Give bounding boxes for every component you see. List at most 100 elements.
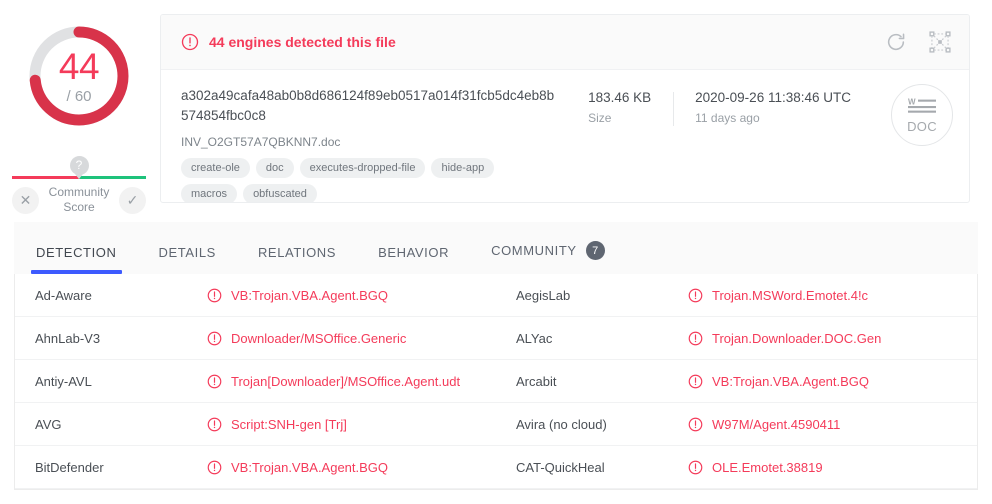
file-identity: a302a49cafa48ab0b8d686124f89eb0517a014f3… <box>181 86 566 202</box>
detection-banner: 44 engines detected this file <box>161 15 969 70</box>
alert-circle-icon <box>207 460 222 474</box>
engine-verdict: VB:Trojan.VBA.Agent.BGQ <box>688 374 869 389</box>
tab-label: COMMUNITY <box>491 243 577 258</box>
file-stat: 183.46 KB Size <box>566 90 673 125</box>
tab-label: BEHAVIOR <box>378 245 450 260</box>
file-type-badge: W DOC <box>891 84 953 146</box>
detection-score-panel: 44 / 60 ? ✕ Community Score ✓ <box>6 14 152 222</box>
community-score-controls: ✕ Community Score ✓ <box>12 185 146 215</box>
community-score-widget: ? ✕ Community Score ✓ <box>12 156 146 215</box>
card-action-buttons <box>885 31 951 53</box>
engine-name: AVG <box>35 416 62 432</box>
tab-detection[interactable]: DETECTION <box>31 245 122 274</box>
detection-ratio-gauge: 44 / 60 <box>25 22 133 130</box>
detections-table: Ad-Aware VB:Trojan.VBA.Agent.BGQ AegisLab T… <box>14 274 978 490</box>
engine-verdict: Trojan.MSWord.Emotet.4!c <box>688 288 868 303</box>
engine-verdict-text: Script:SNH-gen [Trj] <box>231 416 347 432</box>
document-lines-icon: W <box>908 97 936 113</box>
engine-verdict-text: OLE.Emotet.38819 <box>712 459 823 475</box>
report-header: 44 / 60 ? ✕ Community Score ✓ 44 engines… <box>0 0 992 222</box>
engine-name: AhnLab-V3 <box>35 330 101 346</box>
file-tag[interactable]: doc <box>255 158 294 178</box>
reanalyze-icon[interactable] <box>885 31 907 53</box>
gauge-label-group: 44 / 60 <box>25 22 133 130</box>
detection-row: Avira (no cloud) W97M/Agent.4590411 <box>496 403 977 446</box>
tab-community[interactable]: COMMUNITY 7 <box>491 241 605 274</box>
file-stat-value: 183.46 KB <box>588 90 652 105</box>
file-tag[interactable]: macros <box>181 184 238 202</box>
detection-row: Ad-Aware VB:Trojan.VBA.Agent.BGQ <box>15 274 496 317</box>
engine-verdict: Downloader/MSOffice.Generic <box>207 331 406 346</box>
engine-verdict-text: W97M/Agent.4590411 <box>712 416 841 432</box>
engine-verdict: VB:Trojan.VBA.Agent.BGQ <box>207 460 388 475</box>
file-name: INV_O2GT57A7QBKNN7.doc <box>181 135 341 149</box>
detection-banner-text: 44 engines detected this file <box>209 34 396 50</box>
file-tags: create-ole doc executes-dropped-file hide-a… <box>181 158 556 202</box>
engine-verdict-text: VB:Trojan.VBA.Agent.BGQ <box>231 459 389 475</box>
engine-verdict-text: VB:Trojan.VBA.Agent.BGQ <box>231 287 389 303</box>
alert-circle-icon <box>688 374 703 388</box>
file-tag[interactable]: executes-dropped-file <box>299 158 426 178</box>
engine-name: Ad-Aware <box>35 287 92 303</box>
engine-name: Arcabit <box>516 373 557 389</box>
engine-verdict-text: VB:Trojan.VBA.Agent.BGQ <box>712 373 870 389</box>
file-type-extension: DOC <box>907 118 937 134</box>
file-tag[interactable]: obfuscated <box>243 184 317 202</box>
tab-label: RELATIONS <box>257 245 337 260</box>
tab-behavior[interactable]: BEHAVIOR <box>378 245 449 274</box>
file-tag[interactable]: create-ole <box>181 158 250 178</box>
file-hash[interactable]: a302a49cafa48ab0b8d686124f89eb0517a014f3… <box>181 86 556 126</box>
community-score-positive-segment <box>79 176 146 179</box>
virustotal-file-report: 44 / 60 ? ✕ Community Score ✓ 44 engines… <box>0 0 992 504</box>
detection-banner-title: 44 engines detected this file <box>181 33 396 51</box>
alert-circle-icon <box>207 331 222 345</box>
engine-verdict-text: Trojan.MSWord.Emotet.4!c <box>712 287 869 303</box>
tab-label: DETECTION <box>36 245 117 260</box>
engine-verdict-text: Trojan[Downloader]/MSOffice.Agent.udt <box>231 373 461 389</box>
engine-name: Avira (no cloud) <box>516 416 607 432</box>
engine-verdict: Script:SNH-gen [Trj] <box>207 417 347 432</box>
community-score-label: Community Score <box>43 185 115 215</box>
detection-row: CAT-QuickHeal OLE.Emotet.38819 <box>496 446 977 489</box>
community-vote-down-button[interactable]: ✕ <box>12 186 39 214</box>
alert-circle-icon <box>688 417 703 431</box>
alert-circle-icon <box>688 288 703 302</box>
engines-total: / 60 <box>66 88 92 105</box>
alert-circle-icon <box>688 331 703 345</box>
file-tag[interactable]: hide-app <box>431 158 495 178</box>
detection-row: AVG Script:SNH-gen [Trj] <box>15 403 496 446</box>
alert-circle-icon <box>688 460 703 474</box>
community-vote-up-button[interactable]: ✓ <box>119 186 146 214</box>
file-stat-value: 2020-09-26 11:38:46 UTC <box>695 90 851 105</box>
file-stat-label: 11 days ago <box>695 111 760 125</box>
similar-graph-icon[interactable] <box>929 31 951 53</box>
detection-row: ALYac Trojan.Downloader.DOC.Gen <box>496 317 977 360</box>
community-score-negative-segment <box>12 176 79 179</box>
detection-row: BitDefender VB:Trojan.VBA.Agent.BGQ <box>15 446 496 489</box>
detection-row: Arcabit VB:Trojan.VBA.Agent.BGQ <box>496 360 977 403</box>
engine-name: Antiy-AVL <box>35 373 92 389</box>
tab-label: DETAILS <box>158 245 216 260</box>
tab-badge: 7 <box>585 241 605 260</box>
alert-circle-icon <box>207 374 222 388</box>
detections-grid: Ad-Aware VB:Trojan.VBA.Agent.BGQ AegisLab T… <box>15 274 977 489</box>
detection-row: AegisLab Trojan.MSWord.Emotet.4!c <box>496 274 977 317</box>
file-summary-card: 44 engines detected this file a302a49caf… <box>160 14 970 203</box>
detection-row: Antiy-AVL Trojan[Downloader]/MSOffice.Age… <box>15 360 496 403</box>
engine-verdict-text: Trojan.Downloader.DOC.Gen <box>712 330 882 346</box>
engine-name: CAT-QuickHeal <box>516 459 605 475</box>
community-score-label-line2: Score <box>63 200 95 214</box>
community-score-marker[interactable]: ? <box>69 156 89 175</box>
tab-details[interactable]: DETAILS <box>159 245 216 274</box>
engine-verdict: Trojan[Downloader]/MSOffice.Agent.udt <box>207 374 460 389</box>
alert-circle-icon <box>207 288 222 302</box>
file-stats: 183.46 KB Size 2020-09-26 11:38:46 UTC 11 d… <box>566 86 873 202</box>
engine-verdict: OLE.Emotet.38819 <box>688 460 823 475</box>
tab-relations[interactable]: RELATIONS <box>258 245 336 274</box>
detections-count: 44 <box>58 46 100 87</box>
community-score-label-line1: Community <box>48 185 110 199</box>
engine-verdict: W97M/Agent.4590411 <box>688 417 840 432</box>
engine-name: AegisLab <box>516 287 571 303</box>
detection-row: AhnLab-V3 Downloader/MSOffice.Generic <box>15 317 496 360</box>
engine-name: ALYac <box>516 330 553 346</box>
